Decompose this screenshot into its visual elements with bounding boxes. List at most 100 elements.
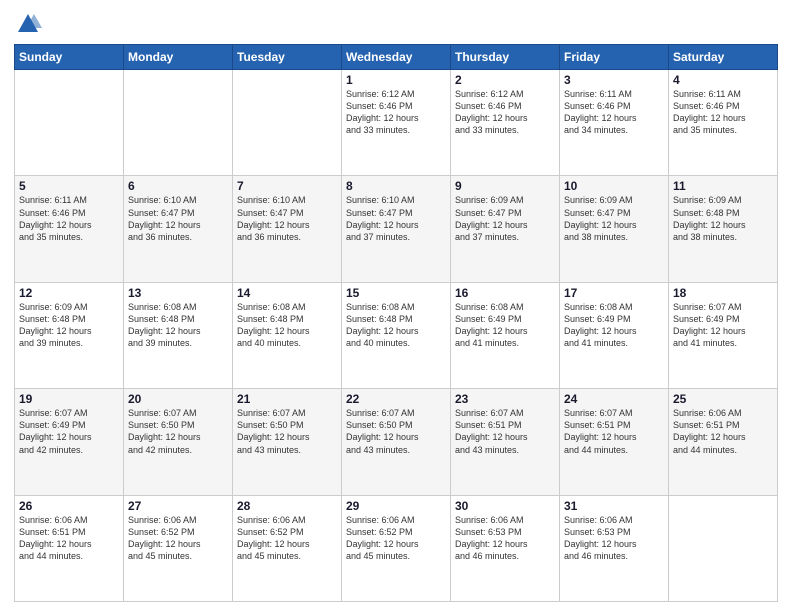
- day-number: 11: [673, 179, 773, 193]
- weekday-header-monday: Monday: [124, 45, 233, 70]
- weekday-header-wednesday: Wednesday: [342, 45, 451, 70]
- weekday-header-thursday: Thursday: [451, 45, 560, 70]
- calendar-cell: [124, 70, 233, 176]
- day-info: Sunrise: 6:07 AM Sunset: 6:51 PM Dayligh…: [455, 407, 555, 456]
- calendar-cell: 12Sunrise: 6:09 AM Sunset: 6:48 PM Dayli…: [15, 282, 124, 388]
- calendar-cell: 7Sunrise: 6:10 AM Sunset: 6:47 PM Daylig…: [233, 176, 342, 282]
- day-info: Sunrise: 6:06 AM Sunset: 6:52 PM Dayligh…: [346, 514, 446, 563]
- day-number: 3: [564, 73, 664, 87]
- calendar-cell: 14Sunrise: 6:08 AM Sunset: 6:48 PM Dayli…: [233, 282, 342, 388]
- day-number: 7: [237, 179, 337, 193]
- weekday-header-tuesday: Tuesday: [233, 45, 342, 70]
- day-info: Sunrise: 6:09 AM Sunset: 6:48 PM Dayligh…: [673, 194, 773, 243]
- calendar-cell: [233, 70, 342, 176]
- day-info: Sunrise: 6:06 AM Sunset: 6:52 PM Dayligh…: [237, 514, 337, 563]
- calendar-cell: 10Sunrise: 6:09 AM Sunset: 6:47 PM Dayli…: [560, 176, 669, 282]
- day-number: 4: [673, 73, 773, 87]
- day-number: 28: [237, 499, 337, 513]
- logo-icon: [14, 10, 42, 38]
- day-number: 14: [237, 286, 337, 300]
- weekday-header-saturday: Saturday: [669, 45, 778, 70]
- day-info: Sunrise: 6:07 AM Sunset: 6:50 PM Dayligh…: [346, 407, 446, 456]
- day-info: Sunrise: 6:09 AM Sunset: 6:48 PM Dayligh…: [19, 301, 119, 350]
- day-number: 12: [19, 286, 119, 300]
- day-info: Sunrise: 6:09 AM Sunset: 6:47 PM Dayligh…: [455, 194, 555, 243]
- calendar-cell: 28Sunrise: 6:06 AM Sunset: 6:52 PM Dayli…: [233, 495, 342, 601]
- calendar-cell: 2Sunrise: 6:12 AM Sunset: 6:46 PM Daylig…: [451, 70, 560, 176]
- day-info: Sunrise: 6:10 AM Sunset: 6:47 PM Dayligh…: [128, 194, 228, 243]
- day-info: Sunrise: 6:06 AM Sunset: 6:53 PM Dayligh…: [455, 514, 555, 563]
- day-number: 5: [19, 179, 119, 193]
- logo: [14, 10, 46, 38]
- day-number: 18: [673, 286, 773, 300]
- day-info: Sunrise: 6:11 AM Sunset: 6:46 PM Dayligh…: [673, 88, 773, 137]
- week-row-2: 12Sunrise: 6:09 AM Sunset: 6:48 PM Dayli…: [15, 282, 778, 388]
- day-number: 21: [237, 392, 337, 406]
- day-info: Sunrise: 6:08 AM Sunset: 6:48 PM Dayligh…: [128, 301, 228, 350]
- day-info: Sunrise: 6:06 AM Sunset: 6:51 PM Dayligh…: [673, 407, 773, 456]
- calendar-cell: 3Sunrise: 6:11 AM Sunset: 6:46 PM Daylig…: [560, 70, 669, 176]
- calendar-table: SundayMondayTuesdayWednesdayThursdayFrid…: [14, 44, 778, 602]
- day-number: 17: [564, 286, 664, 300]
- day-number: 1: [346, 73, 446, 87]
- calendar-cell: 16Sunrise: 6:08 AM Sunset: 6:49 PM Dayli…: [451, 282, 560, 388]
- header: [14, 10, 778, 38]
- day-number: 6: [128, 179, 228, 193]
- weekday-header-row: SundayMondayTuesdayWednesdayThursdayFrid…: [15, 45, 778, 70]
- day-number: 30: [455, 499, 555, 513]
- page: SundayMondayTuesdayWednesdayThursdayFrid…: [0, 0, 792, 612]
- day-number: 10: [564, 179, 664, 193]
- day-info: Sunrise: 6:07 AM Sunset: 6:51 PM Dayligh…: [564, 407, 664, 456]
- day-number: 2: [455, 73, 555, 87]
- calendar-cell: 8Sunrise: 6:10 AM Sunset: 6:47 PM Daylig…: [342, 176, 451, 282]
- calendar-cell: 25Sunrise: 6:06 AM Sunset: 6:51 PM Dayli…: [669, 389, 778, 495]
- calendar-cell: 15Sunrise: 6:08 AM Sunset: 6:48 PM Dayli…: [342, 282, 451, 388]
- day-number: 20: [128, 392, 228, 406]
- weekday-header-sunday: Sunday: [15, 45, 124, 70]
- calendar-cell: 29Sunrise: 6:06 AM Sunset: 6:52 PM Dayli…: [342, 495, 451, 601]
- day-number: 25: [673, 392, 773, 406]
- day-info: Sunrise: 6:08 AM Sunset: 6:49 PM Dayligh…: [564, 301, 664, 350]
- calendar-cell: 13Sunrise: 6:08 AM Sunset: 6:48 PM Dayli…: [124, 282, 233, 388]
- day-info: Sunrise: 6:07 AM Sunset: 6:49 PM Dayligh…: [673, 301, 773, 350]
- calendar-cell: 5Sunrise: 6:11 AM Sunset: 6:46 PM Daylig…: [15, 176, 124, 282]
- day-info: Sunrise: 6:08 AM Sunset: 6:48 PM Dayligh…: [237, 301, 337, 350]
- calendar-cell: 6Sunrise: 6:10 AM Sunset: 6:47 PM Daylig…: [124, 176, 233, 282]
- day-info: Sunrise: 6:08 AM Sunset: 6:49 PM Dayligh…: [455, 301, 555, 350]
- day-info: Sunrise: 6:12 AM Sunset: 6:46 PM Dayligh…: [455, 88, 555, 137]
- calendar-cell: 4Sunrise: 6:11 AM Sunset: 6:46 PM Daylig…: [669, 70, 778, 176]
- calendar-cell: 17Sunrise: 6:08 AM Sunset: 6:49 PM Dayli…: [560, 282, 669, 388]
- day-info: Sunrise: 6:06 AM Sunset: 6:53 PM Dayligh…: [564, 514, 664, 563]
- calendar-cell: 27Sunrise: 6:06 AM Sunset: 6:52 PM Dayli…: [124, 495, 233, 601]
- week-row-3: 19Sunrise: 6:07 AM Sunset: 6:49 PM Dayli…: [15, 389, 778, 495]
- calendar-cell: 31Sunrise: 6:06 AM Sunset: 6:53 PM Dayli…: [560, 495, 669, 601]
- day-number: 19: [19, 392, 119, 406]
- calendar-cell: 18Sunrise: 6:07 AM Sunset: 6:49 PM Dayli…: [669, 282, 778, 388]
- day-info: Sunrise: 6:07 AM Sunset: 6:50 PM Dayligh…: [128, 407, 228, 456]
- calendar-cell: 22Sunrise: 6:07 AM Sunset: 6:50 PM Dayli…: [342, 389, 451, 495]
- day-number: 23: [455, 392, 555, 406]
- calendar-cell: 26Sunrise: 6:06 AM Sunset: 6:51 PM Dayli…: [15, 495, 124, 601]
- week-row-4: 26Sunrise: 6:06 AM Sunset: 6:51 PM Dayli…: [15, 495, 778, 601]
- day-info: Sunrise: 6:11 AM Sunset: 6:46 PM Dayligh…: [564, 88, 664, 137]
- week-row-0: 1Sunrise: 6:12 AM Sunset: 6:46 PM Daylig…: [15, 70, 778, 176]
- day-info: Sunrise: 6:10 AM Sunset: 6:47 PM Dayligh…: [237, 194, 337, 243]
- weekday-header-friday: Friday: [560, 45, 669, 70]
- day-info: Sunrise: 6:07 AM Sunset: 6:50 PM Dayligh…: [237, 407, 337, 456]
- day-info: Sunrise: 6:07 AM Sunset: 6:49 PM Dayligh…: [19, 407, 119, 456]
- calendar-cell: 30Sunrise: 6:06 AM Sunset: 6:53 PM Dayli…: [451, 495, 560, 601]
- day-info: Sunrise: 6:12 AM Sunset: 6:46 PM Dayligh…: [346, 88, 446, 137]
- day-number: 29: [346, 499, 446, 513]
- week-row-1: 5Sunrise: 6:11 AM Sunset: 6:46 PM Daylig…: [15, 176, 778, 282]
- day-number: 8: [346, 179, 446, 193]
- calendar-cell: 23Sunrise: 6:07 AM Sunset: 6:51 PM Dayli…: [451, 389, 560, 495]
- day-number: 31: [564, 499, 664, 513]
- calendar-cell: 19Sunrise: 6:07 AM Sunset: 6:49 PM Dayli…: [15, 389, 124, 495]
- day-info: Sunrise: 6:11 AM Sunset: 6:46 PM Dayligh…: [19, 194, 119, 243]
- day-number: 22: [346, 392, 446, 406]
- day-info: Sunrise: 6:10 AM Sunset: 6:47 PM Dayligh…: [346, 194, 446, 243]
- day-number: 9: [455, 179, 555, 193]
- calendar-cell: 11Sunrise: 6:09 AM Sunset: 6:48 PM Dayli…: [669, 176, 778, 282]
- calendar-cell: 24Sunrise: 6:07 AM Sunset: 6:51 PM Dayli…: [560, 389, 669, 495]
- calendar-cell: 21Sunrise: 6:07 AM Sunset: 6:50 PM Dayli…: [233, 389, 342, 495]
